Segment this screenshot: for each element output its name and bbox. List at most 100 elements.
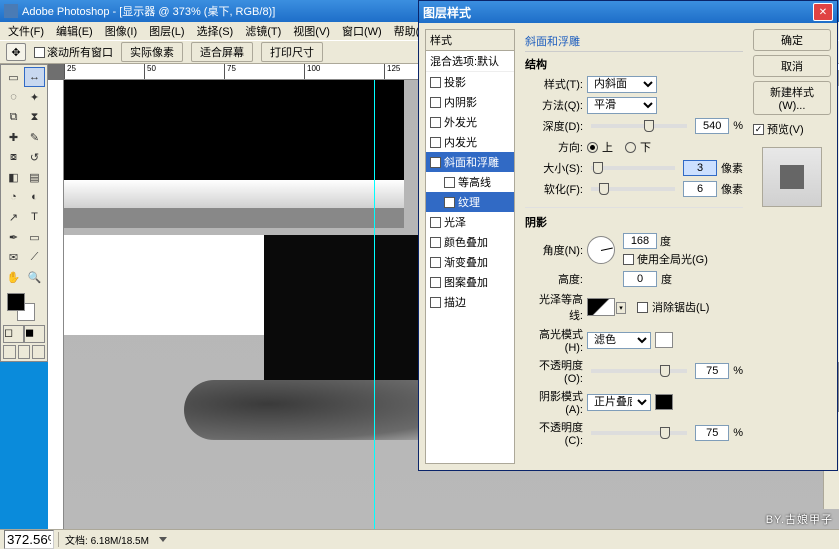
shadow-mode-select[interactable]: 正片叠底 <box>587 394 651 411</box>
menu-window[interactable]: 窗口(W) <box>336 22 388 40</box>
style-satin[interactable]: 光泽 <box>426 212 514 232</box>
tool-notes[interactable]: ✉ <box>3 247 24 267</box>
highlight-mode-select[interactable]: 滤色 <box>587 332 651 349</box>
tool-lasso[interactable]: ◌ <box>3 87 24 107</box>
style-inner-glow[interactable]: 内发光 <box>426 132 514 152</box>
actual-pixels-button[interactable]: 实际像素 <box>121 42 183 62</box>
tool-heal[interactable]: ✚ <box>3 127 24 147</box>
shading-group: 阴影 角度(N): 度 使用全局光(G) 高度: 度 光泽等高线: ▾ 消除锯齿… <box>525 214 743 456</box>
style-bevel-emboss[interactable]: 斜面和浮雕 <box>426 152 514 172</box>
quickmask-mode[interactable]: ◼ <box>24 325 45 343</box>
foreground-color[interactable] <box>7 293 25 311</box>
preview-swatch <box>762 147 822 207</box>
style-contour[interactable]: 等高线 <box>426 172 514 192</box>
tool-type[interactable]: T <box>24 207 45 227</box>
tool-move[interactable]: ↔ <box>24 67 45 87</box>
sh-opacity-slider[interactable] <box>591 431 687 435</box>
fit-screen-button[interactable]: 适合屏幕 <box>191 42 253 62</box>
technique-select[interactable]: 平滑 <box>587 97 657 114</box>
hl-opacity-slider[interactable] <box>591 369 687 373</box>
size-slider[interactable] <box>591 166 675 170</box>
screen-standard[interactable] <box>3 345 16 359</box>
current-tool-indicator[interactable]: ✥ <box>6 43 26 61</box>
screen-full[interactable] <box>32 345 45 359</box>
unit: 像素 <box>721 181 743 197</box>
styles-header[interactable]: 样式 <box>426 30 514 51</box>
doc-status[interactable]: 文档: 6.18M/18.5M <box>58 532 155 547</box>
guide-vertical[interactable] <box>374 80 375 529</box>
style-stroke[interactable]: 描边 <box>426 292 514 312</box>
scroll-all-windows-checkbox[interactable]: 滚动所有窗口 <box>34 44 113 60</box>
bevel-style-select[interactable]: 内斜面 <box>587 76 657 93</box>
ruler-tick: 25 <box>64 64 144 79</box>
cancel-button[interactable]: 取消 <box>753 55 831 77</box>
direction-label: 方向: <box>525 139 583 155</box>
gloss-contour-picker[interactable]: ▾ <box>587 298 615 316</box>
tool-eraser[interactable]: ◧ <box>3 167 24 187</box>
new-style-button[interactable]: 新建样式(W)... <box>753 81 831 115</box>
color-swatches[interactable] <box>3 291 45 321</box>
ruler-vertical[interactable] <box>48 80 64 529</box>
tool-history[interactable]: ↺ <box>24 147 45 167</box>
close-button[interactable]: ✕ <box>813 3 833 21</box>
angle-dial[interactable] <box>587 236 615 264</box>
tool-crop[interactable]: ⧉ <box>3 107 24 127</box>
antialias-checkbox[interactable] <box>637 302 648 313</box>
style-pattern-overlay[interactable]: 图案叠加 <box>426 272 514 292</box>
tool-blur[interactable]: ◔ <box>3 187 24 207</box>
menu-view[interactable]: 视图(V) <box>287 22 336 40</box>
menu-select[interactable]: 选择(S) <box>191 22 240 40</box>
unit: % <box>733 120 743 132</box>
zoom-field[interactable] <box>4 530 54 549</box>
direction-down-radio[interactable] <box>625 142 636 153</box>
shadow-color[interactable] <box>655 394 673 410</box>
sh-opacity-value[interactable] <box>695 425 729 441</box>
style-outer-glow[interactable]: 外发光 <box>426 112 514 132</box>
blend-options-header[interactable]: 混合选项:默认 <box>426 51 514 72</box>
tool-wand[interactable]: ✦ <box>24 87 45 107</box>
menu-layer[interactable]: 图层(L) <box>143 22 190 40</box>
tool-eyedrop[interactable]: ⟋ <box>24 247 45 267</box>
screen-full-menubar[interactable] <box>18 345 31 359</box>
menu-file[interactable]: 文件(F) <box>2 22 50 40</box>
print-size-button[interactable]: 打印尺寸 <box>261 42 323 62</box>
tool-marquee[interactable]: ▭ <box>3 67 24 87</box>
status-menu-arrow[interactable] <box>159 537 167 542</box>
depth-value[interactable] <box>695 118 729 134</box>
altitude-value[interactable] <box>623 271 657 287</box>
standard-mode[interactable]: ◻ <box>3 325 24 343</box>
ok-button[interactable]: 确定 <box>753 29 831 51</box>
soften-value[interactable] <box>683 181 717 197</box>
tool-pen[interactable]: ✒ <box>3 227 24 247</box>
tool-stamp[interactable]: ⧇ <box>3 147 24 167</box>
styles-list: 样式 混合选项:默认 投影 内阴影 外发光 内发光 斜面和浮雕 等高线 纹理 光… <box>425 29 515 464</box>
menu-edit[interactable]: 编辑(E) <box>50 22 99 40</box>
highlight-color[interactable] <box>655 332 673 348</box>
technique-label: 方法(Q): <box>525 97 583 113</box>
tool-gradient[interactable]: ▤ <box>24 167 45 187</box>
size-value[interactable] <box>683 160 717 176</box>
style-color-overlay[interactable]: 颜色叠加 <box>426 232 514 252</box>
global-light-checkbox[interactable] <box>623 254 634 265</box>
depth-slider[interactable] <box>591 124 687 128</box>
hl-opacity-value[interactable] <box>695 363 729 379</box>
angle-label: 角度(N): <box>525 242 583 258</box>
tool-shape[interactable]: ▭ <box>24 227 45 247</box>
style-drop-shadow[interactable]: 投影 <box>426 72 514 92</box>
direction-up-radio[interactable] <box>587 142 598 153</box>
tool-path[interactable]: ↗ <box>3 207 24 227</box>
preview-checkbox[interactable]: 预览(V) <box>753 121 831 137</box>
tool-hand[interactable]: ✋ <box>3 267 24 287</box>
tool-dodge[interactable]: ◐ <box>24 187 45 207</box>
tool-slice[interactable]: ⧗ <box>24 107 45 127</box>
dialog-titlebar[interactable]: 图层样式 ✕ <box>419 1 837 23</box>
style-gradient-overlay[interactable]: 渐变叠加 <box>426 252 514 272</box>
menu-image[interactable]: 图像(I) <box>99 22 143 40</box>
tool-brush[interactable]: ✎ <box>24 127 45 147</box>
angle-value[interactable] <box>623 233 657 249</box>
menu-filter[interactable]: 滤镜(T) <box>239 22 287 40</box>
soften-slider[interactable] <box>591 187 675 191</box>
style-inner-shadow[interactable]: 内阴影 <box>426 92 514 112</box>
tool-zoom[interactable]: 🔍 <box>24 267 45 287</box>
style-texture[interactable]: 纹理 <box>426 192 514 212</box>
